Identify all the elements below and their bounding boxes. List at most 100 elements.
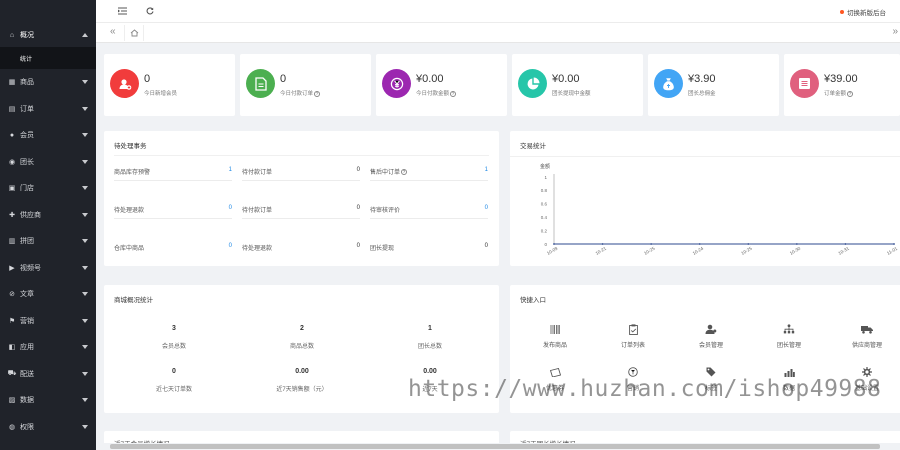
quick-entry[interactable]: 供应商管理 — [832, 322, 900, 349]
chevron-down-icon — [82, 239, 88, 244]
chevron-down-icon — [82, 133, 88, 138]
sidebar-item-5[interactable]: ▣ 门店 — [0, 175, 96, 202]
stat-card-4: ¥3.90 团长总佣金 — [648, 54, 779, 116]
chart-x-tick-label: 10-25 — [643, 246, 656, 256]
home-tab[interactable] — [124, 25, 144, 41]
mall-stat: 2 商品总数 — [242, 325, 362, 350]
sidebar-item-label: 供应商 — [20, 211, 41, 219]
chevron-down-icon — [82, 292, 88, 297]
todo-cell[interactable]: 待付款订单 0 — [242, 163, 360, 181]
horizontal-scrollbar[interactable] — [96, 443, 900, 450]
doc-icon: ▤ — [8, 105, 16, 113]
compass-icon: ⊘ — [9, 291, 15, 299]
todo-cell[interactable]: 待付款订单 0 — [242, 201, 360, 219]
chart-y-tick-label: 0.6 — [541, 202, 548, 207]
todo-cell[interactable]: 售后中订单? 1 — [370, 163, 488, 181]
todo-cell[interactable]: 待处理退款 0 — [114, 201, 232, 219]
stat-label: 今日付款订单 — [280, 91, 314, 97]
todo-card: 待处理事务 商品库存预警 1 待付款订单 0 售后中订单? 1 待处理退款 0 待付款订单 0 待审… — [104, 131, 499, 266]
sidebar-item-14[interactable]: ◍ 权限 — [0, 414, 96, 441]
chart-x-tick-label: 10-31 — [837, 246, 850, 256]
video-icon: ▶ — [9, 264, 15, 272]
mall-stat: 3 会员总数 — [114, 325, 234, 350]
mall-stat-value: 0 — [172, 368, 176, 375]
todo-cell[interactable]: 仓库中商品 0 — [114, 239, 232, 257]
todo-cell[interactable]: 团长提现 0 — [370, 239, 488, 257]
sidebar-item-1[interactable]: ▦ 商品 — [0, 69, 96, 96]
chevron-down-icon — [82, 186, 88, 191]
stat-value: ¥0.00 — [416, 73, 444, 85]
refresh-icon[interactable] — [144, 5, 156, 17]
delivery-icon: ⛟ — [7, 370, 17, 378]
stat-label: 订单金额 — [824, 91, 847, 97]
alert-dot-icon — [840, 10, 844, 14]
tabs-scroll-right-icon[interactable]: » — [892, 26, 898, 37]
mall-stat: 1 团长总数 — [370, 325, 490, 350]
sidebar-item-11[interactable]: ◧ 应用 — [0, 334, 96, 361]
flag-icon: ⚑ — [8, 317, 16, 325]
quick-entry[interactable]: 发布商品 — [520, 322, 590, 349]
trade-chart: 金额 1 0.8 0.6 0.4 0.2 010-09 10-21 10-25 10-24 10-2… — [540, 163, 899, 256]
sidebar-item-8[interactable]: ▶ 视频号 — [0, 255, 96, 282]
switch-new-admin-link[interactable]: 切换新版后台 — [840, 7, 886, 17]
quick-entry[interactable]: 订单列表 — [598, 322, 668, 349]
sidebar-item-9[interactable]: ⊘ 文章 — [0, 281, 96, 308]
help-icon[interactable]: ? — [401, 169, 408, 176]
chart-y-tick-label: 0.8 — [541, 188, 548, 193]
stat-card-5: ¥39.00 订单金额? — [784, 54, 900, 116]
mall-stat-label: 近七天订单数 — [155, 387, 192, 393]
tabs-scroll-left-icon[interactable]: « — [110, 26, 116, 37]
stat-value: ¥0.00 — [552, 73, 580, 85]
scrollbar-thumb[interactable] — [110, 444, 880, 449]
stat-label: 团长总佣金 — [688, 91, 716, 97]
chevron-down-icon — [82, 345, 88, 350]
sidebar-item-3[interactable]: ● 会员 — [0, 122, 96, 149]
home-icon: ⌂ — [9, 31, 15, 39]
chevron-up-icon — [82, 33, 88, 37]
menu-toggle-icon[interactable] — [116, 5, 128, 17]
stat-value: ¥39.00 — [824, 73, 858, 85]
todo-cell[interactable]: 待处理退款 0 — [242, 239, 360, 257]
sidebar-item-0[interactable]: ⌂ 概况 — [0, 23, 96, 47]
stat-card-1: 0 今日付款订单? — [240, 54, 371, 116]
todo-cell[interactable]: 待审核评价 0 — [370, 201, 488, 219]
sidebar-item-12[interactable]: ⛟ 配送 — [0, 361, 96, 388]
group-icon: ▥ — [8, 238, 16, 246]
trade-card: 交易统计 金额 1 0.8 0.6 0.4 0.2 0 10-09 10-21 10-25 10-2… — [510, 131, 900, 266]
sidebar-item-4[interactable]: ◉ 团长 — [0, 149, 96, 176]
help-icon[interactable]: ? — [314, 90, 321, 97]
sidebar-item-label: 配送 — [20, 370, 34, 378]
chart-y-tick-label: 0 — [544, 242, 547, 247]
chart-x-tick-label: 10-25 — [740, 246, 753, 256]
stat-card-3: ¥0.00 团长提现中金额 — [512, 54, 643, 116]
mall-title: 商城概况统计 — [114, 297, 153, 304]
sidebar-item-7[interactable]: ▥ 拼团 — [0, 228, 96, 255]
stat-label: 今日新增会员 — [144, 91, 178, 97]
apps-icon: ◧ — [8, 344, 16, 352]
sidebar-item-13[interactable]: ▨ 数据 — [0, 387, 96, 414]
sidebar-item-label: 视频号 — [20, 264, 41, 272]
user-icon: ● — [9, 131, 15, 139]
quick-entry[interactable]: 会员管理 — [676, 322, 746, 349]
sidebar-item-2[interactable]: ▤ 订单 — [0, 96, 96, 123]
mall-stat: 0.00 近7天销售额（元） — [242, 368, 362, 393]
todo-label: 待付款订单 — [242, 170, 273, 176]
todo-value: 0 — [228, 243, 232, 249]
todo-cell[interactable]: 商品库存预警 1 — [114, 163, 232, 181]
todo-label: 商品库存预警 — [114, 170, 151, 176]
todo-label-wrap: 待处理退款 — [242, 243, 272, 252]
quick-entry-label: 发布商品 — [542, 343, 567, 349]
chart-y-tick-label: 0.4 — [541, 215, 548, 220]
member-icon — [676, 322, 746, 336]
sidebar-item-10[interactable]: ⚑ 营销 — [0, 308, 96, 335]
todo-label-wrap: 仓库中商品 — [114, 243, 144, 252]
stat-label-wrap: 今日新增会员 — [144, 89, 177, 97]
switch-new-admin-label: 切换新版后台 — [847, 10, 886, 17]
pie-icon — [518, 69, 547, 98]
sidebar-subitem-stats[interactable]: 统计 — [0, 47, 96, 69]
help-icon[interactable]: ? — [847, 90, 854, 97]
sidebar-item-6[interactable]: ✚ 供应商 — [0, 202, 96, 229]
todo-label-wrap: 商品库存预警 — [114, 167, 150, 176]
quick-entry[interactable]: 团长管理 — [754, 322, 824, 349]
help-icon[interactable]: ? — [450, 90, 457, 97]
